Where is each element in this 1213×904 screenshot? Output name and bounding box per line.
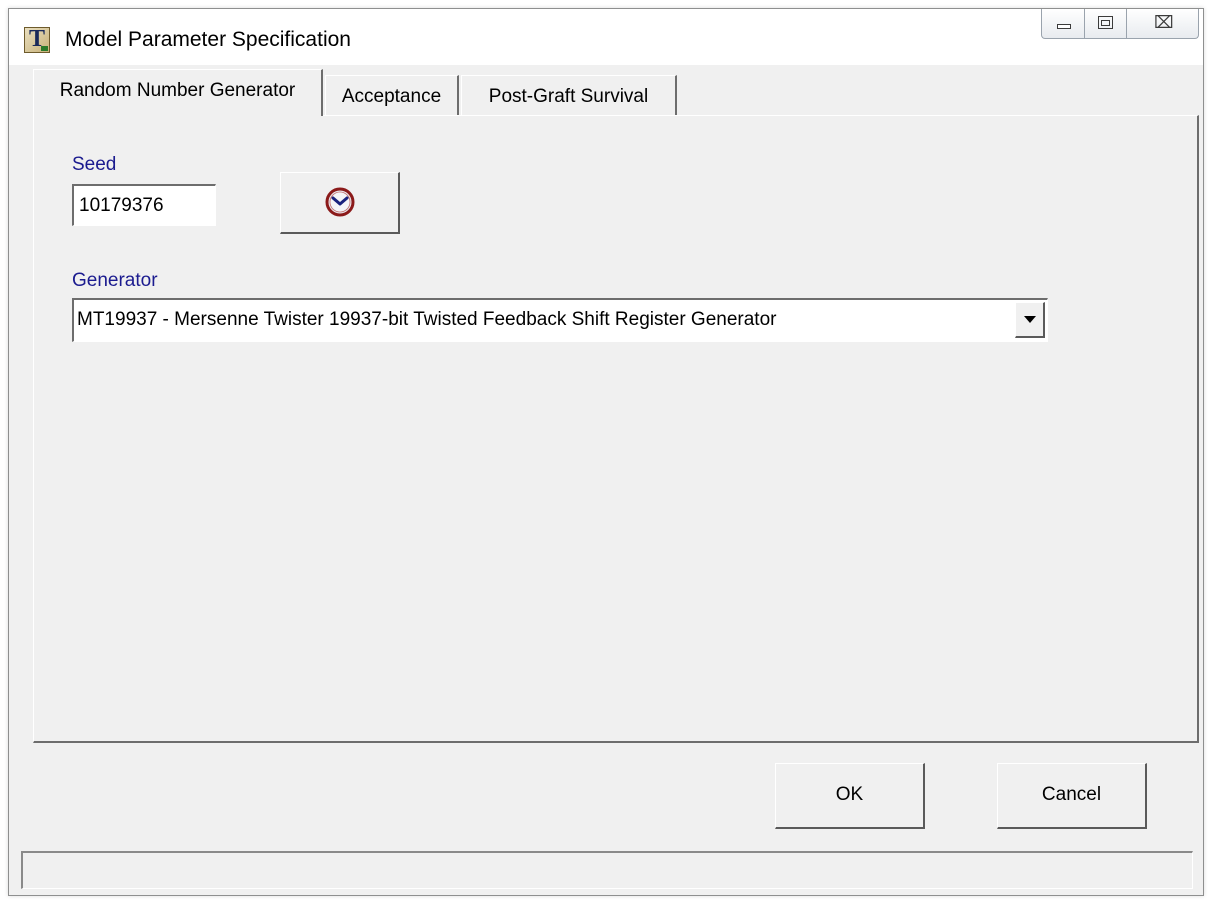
chevron-down-icon (1024, 316, 1036, 323)
minimize-icon (1057, 24, 1071, 29)
generator-label: Generator (72, 270, 158, 291)
restore-icon-inner (1101, 20, 1110, 26)
restore-icon (1098, 16, 1113, 29)
clock-icon (325, 187, 355, 217)
close-icon: ⌧ (1154, 13, 1174, 33)
tab-random-number-generator[interactable]: Random Number Generator (33, 69, 323, 116)
generator-selected-value: MT19937 - Mersenne Twister 19937-bit Twi… (77, 309, 777, 330)
dialog-window: T Model Parameter Specification ⌧ Seed 1… (8, 8, 1204, 896)
close-button[interactable]: ⌧ (1127, 9, 1199, 39)
tab-panel-random-number-generator: Seed 10179376 Generator MT19937 - Mersen… (33, 115, 1199, 743)
ok-button[interactable]: OK (775, 763, 925, 829)
title-bar[interactable]: T Model Parameter Specification ⌧ (9, 9, 1203, 65)
seed-input[interactable]: 10179376 (72, 184, 216, 226)
minimize-button[interactable] (1041, 9, 1085, 39)
seed-from-clock-button[interactable] (280, 172, 400, 234)
caption-buttons: ⌧ (1041, 9, 1199, 39)
generator-dropdown-button[interactable] (1015, 302, 1045, 338)
status-bar (21, 851, 1193, 889)
restore-button[interactable] (1085, 9, 1127, 39)
app-icon-accent (41, 46, 48, 51)
cancel-button[interactable]: Cancel (997, 763, 1147, 829)
tab-post-graft-survival[interactable]: Post-Graft Survival (461, 75, 677, 115)
generator-select[interactable]: MT19937 - Mersenne Twister 19937-bit Twi… (72, 298, 1048, 342)
seed-label: Seed (72, 154, 117, 175)
tab-acceptance[interactable]: Acceptance (325, 75, 459, 115)
app-icon: T (24, 27, 50, 53)
window-title: Model Parameter Specification (65, 28, 351, 51)
